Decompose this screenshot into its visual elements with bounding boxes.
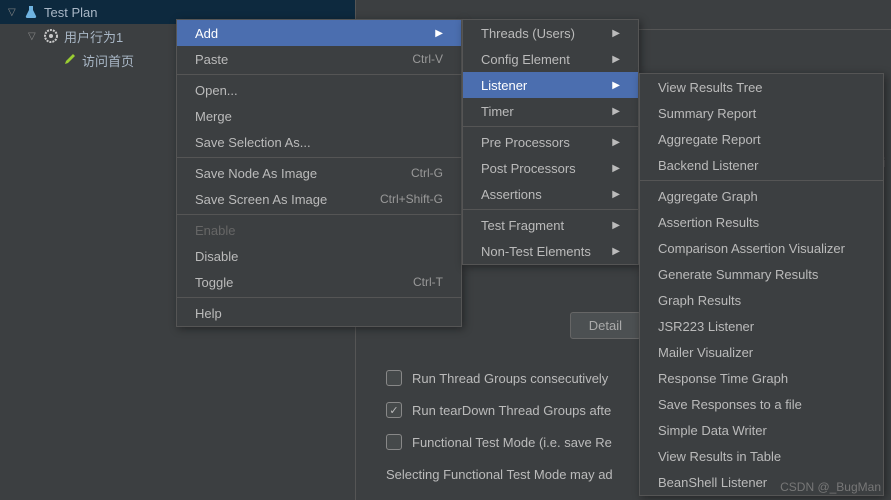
expand-icon: ▽ <box>8 7 22 18</box>
dropper-icon <box>60 51 78 69</box>
context-menu-primary: Add▶ PasteCtrl-V Open... Merge Save Sele… <box>176 19 462 327</box>
menu-item-config[interactable]: Config Element▶ <box>463 46 638 72</box>
menu-separator <box>177 297 461 298</box>
info-text: Selecting Functional Test Mode may ad <box>386 460 613 488</box>
menu-item-graph-results[interactable]: Graph Results <box>640 287 883 313</box>
checkbox-icon[interactable] <box>386 434 402 450</box>
tree-label: 用户行为1 <box>64 27 123 46</box>
expand-icon: ▽ <box>28 31 42 42</box>
menu-item-summary-report[interactable]: Summary Report <box>640 100 883 126</box>
menu-item-timer[interactable]: Timer▶ <box>463 98 638 124</box>
context-menu-add: Threads (Users)▶ Config Element▶ Listene… <box>462 19 639 265</box>
tree-label: Test Plan <box>44 5 97 20</box>
menu-item-save-selection[interactable]: Save Selection As... <box>177 129 461 155</box>
chevron-right-icon: ▶ <box>612 80 620 91</box>
menu-separator <box>177 74 461 75</box>
menu-item-mailer-visualizer[interactable]: Mailer Visualizer <box>640 339 883 365</box>
chevron-right-icon: ▶ <box>612 189 620 200</box>
menu-item-assertion-results[interactable]: Assertion Results <box>640 209 883 235</box>
menu-item-open[interactable]: Open... <box>177 77 461 103</box>
menu-separator <box>640 180 883 181</box>
menu-separator <box>177 157 461 158</box>
menu-item-simple-data-writer[interactable]: Simple Data Writer <box>640 417 883 443</box>
checkbox-label: Run tearDown Thread Groups afte <box>412 403 611 418</box>
chevron-right-icon: ▶ <box>612 28 620 39</box>
menu-item-save-responses[interactable]: Save Responses to a file <box>640 391 883 417</box>
menu-separator <box>463 209 638 210</box>
menu-item-save-screen-image[interactable]: Save Screen As ImageCtrl+Shift-G <box>177 186 461 212</box>
gear-icon <box>42 27 60 45</box>
menu-item-backend-listener[interactable]: Backend Listener <box>640 152 883 178</box>
checkbox-icon[interactable] <box>386 370 402 386</box>
checkbox-label: Functional Test Mode (i.e. save Re <box>412 435 612 450</box>
menu-separator <box>177 214 461 215</box>
menu-item-help[interactable]: Help <box>177 300 461 326</box>
menu-item-view-results-tree[interactable]: View Results Tree <box>640 74 883 100</box>
menu-item-aggregate-graph[interactable]: Aggregate Graph <box>640 183 883 209</box>
menu-item-merge[interactable]: Merge <box>177 103 461 129</box>
menu-item-response-time-graph[interactable]: Response Time Graph <box>640 365 883 391</box>
menu-item-generate-summary[interactable]: Generate Summary Results <box>640 261 883 287</box>
menu-item-post[interactable]: Post Processors▶ <box>463 155 638 181</box>
menu-item-listener[interactable]: Listener▶ <box>463 72 638 98</box>
menu-item-comparison-visualizer[interactable]: Comparison Assertion Visualizer <box>640 235 883 261</box>
menu-item-assertions[interactable]: Assertions▶ <box>463 181 638 207</box>
flask-icon <box>22 3 40 21</box>
detail-button[interactable]: Detail <box>570 312 641 339</box>
tree-label: 访问首页 <box>82 51 134 70</box>
menu-item-enable: Enable <box>177 217 461 243</box>
menu-separator <box>463 126 638 127</box>
checkbox-label: Run Thread Groups consecutively <box>412 371 608 386</box>
checkbox-icon[interactable] <box>386 402 402 418</box>
menu-item-pre[interactable]: Pre Processors▶ <box>463 129 638 155</box>
chevron-right-icon: ▶ <box>612 106 620 117</box>
menu-item-paste[interactable]: PasteCtrl-V <box>177 46 461 72</box>
menu-item-nontest[interactable]: Non-Test Elements▶ <box>463 238 638 264</box>
menu-item-threads[interactable]: Threads (Users)▶ <box>463 20 638 46</box>
checkbox-row-teardown[interactable]: Run tearDown Thread Groups afte <box>386 396 613 424</box>
menu-item-add[interactable]: Add▶ <box>177 20 461 46</box>
checkbox-row-functional[interactable]: Functional Test Mode (i.e. save Re <box>386 428 613 456</box>
menu-item-jsr223-listener[interactable]: JSR223 Listener <box>640 313 883 339</box>
chevron-right-icon: ▶ <box>612 54 620 65</box>
menu-item-aggregate-report[interactable]: Aggregate Report <box>640 126 883 152</box>
menu-item-disable[interactable]: Disable <box>177 243 461 269</box>
context-menu-listener: View Results Tree Summary Report Aggrega… <box>639 73 884 496</box>
chevron-right-icon: ▶ <box>612 163 620 174</box>
menu-item-toggle[interactable]: ToggleCtrl-T <box>177 269 461 295</box>
chevron-right-icon: ▶ <box>612 137 620 148</box>
menu-item-save-node-image[interactable]: Save Node As ImageCtrl-G <box>177 160 461 186</box>
watermark: CSDN @_BugMan <box>780 480 881 494</box>
menu-item-fragment[interactable]: Test Fragment▶ <box>463 212 638 238</box>
chevron-right-icon: ▶ <box>612 246 620 257</box>
chevron-right-icon: ▶ <box>435 28 443 39</box>
chevron-right-icon: ▶ <box>612 220 620 231</box>
checkbox-row-consecutive[interactable]: Run Thread Groups consecutively <box>386 364 613 392</box>
menu-item-view-results-table[interactable]: View Results in Table <box>640 443 883 469</box>
